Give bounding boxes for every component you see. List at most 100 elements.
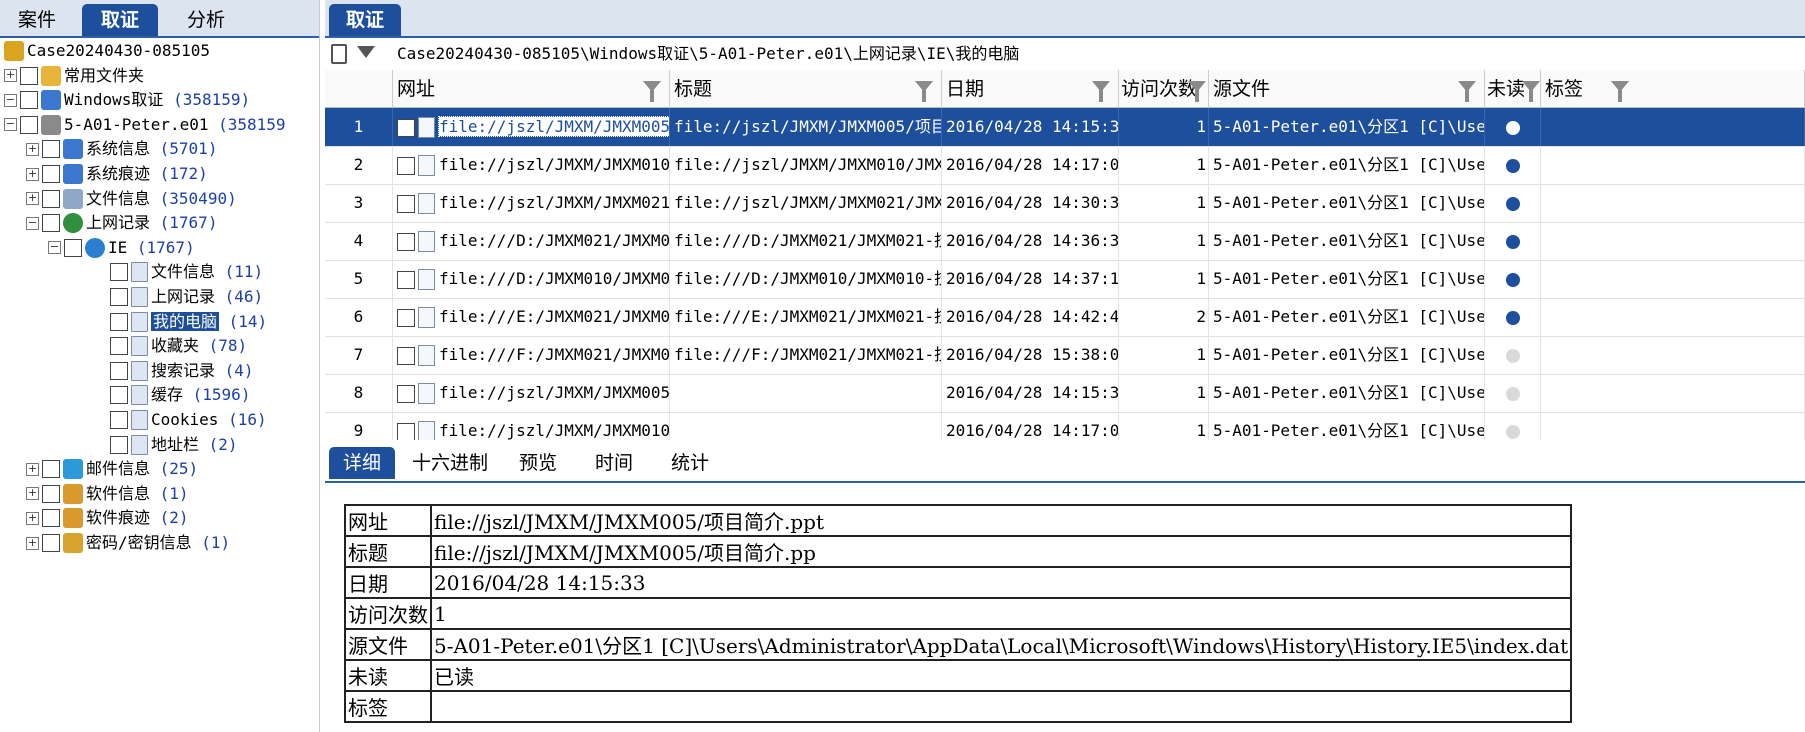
expand-icon[interactable]: + bbox=[4, 69, 17, 83]
filter-icon[interactable] bbox=[1458, 81, 1476, 102]
collapse-icon[interactable]: − bbox=[4, 118, 17, 132]
row-checkbox[interactable] bbox=[397, 118, 415, 137]
tree-checkbox[interactable] bbox=[110, 312, 128, 331]
column-header-date[interactable]: 日期 bbox=[942, 70, 1119, 108]
tab-analysis[interactable]: 分析 bbox=[168, 4, 244, 36]
expand-icon[interactable]: + bbox=[26, 511, 39, 525]
tree-node-count: (172) bbox=[150, 164, 208, 183]
tab-stats[interactable]: 统计 bbox=[657, 447, 723, 479]
tree-checkbox[interactable] bbox=[42, 509, 60, 528]
tree-checkbox[interactable] bbox=[20, 91, 38, 110]
tree-node[interactable]: Case20240430-085105 bbox=[4, 38, 210, 64]
table-row[interactable]: 6 file:///E:/JMXM021/JMXM021.file:///E:/J… bbox=[325, 298, 1805, 337]
tree-node[interactable]: + 系统信息 (5701) bbox=[26, 136, 217, 162]
tree-checkbox[interactable] bbox=[110, 288, 128, 306]
tree-checkbox[interactable] bbox=[42, 214, 60, 233]
tree-node[interactable]: 地址栏 (2) bbox=[110, 432, 238, 458]
tree-checkbox[interactable] bbox=[110, 386, 128, 405]
collapse-icon[interactable]: − bbox=[26, 216, 39, 230]
collapse-icon[interactable]: − bbox=[48, 241, 61, 255]
tree-checkbox[interactable] bbox=[42, 140, 60, 159]
expand-icon[interactable]: + bbox=[26, 142, 39, 156]
right-pane: 取证 Case20240430-085105\Windows取证\5-A01-P… bbox=[325, 0, 1805, 732]
tree-checkbox[interactable] bbox=[42, 189, 60, 208]
column-header-source[interactable]: 源文件 bbox=[1209, 70, 1485, 108]
tree-node[interactable]: 搜索记录 (4) bbox=[110, 358, 254, 384]
tree-checkbox[interactable] bbox=[42, 534, 60, 552]
tree-checkbox[interactable] bbox=[42, 165, 60, 183]
tree-node[interactable]: + 软件痕迹 (2) bbox=[26, 505, 189, 531]
date-cell: 2016/04/28 14:15:33 bbox=[942, 108, 1119, 146]
table-row[interactable]: 7 file:///F:/JMXM021/JMXM021.file:///F:/J… bbox=[325, 336, 1805, 375]
tree-node[interactable]: + 系统痕迹 (172) bbox=[26, 161, 208, 187]
tree-node[interactable]: + 软件信息 (1) bbox=[26, 481, 189, 507]
tree-checkbox[interactable] bbox=[110, 435, 128, 454]
tree-node[interactable]: 我的电脑 (14) bbox=[110, 309, 267, 335]
tree-checkbox[interactable] bbox=[42, 460, 60, 479]
tree-checkbox[interactable] bbox=[20, 115, 38, 134]
row-checkbox[interactable] bbox=[397, 156, 415, 175]
tree-node[interactable]: 缓存 (1596) bbox=[110, 382, 250, 408]
column-header-unread[interactable]: 未读 bbox=[1485, 70, 1541, 108]
filter-icon[interactable] bbox=[915, 81, 933, 102]
document-icon bbox=[418, 345, 435, 366]
column-header-url[interactable]: 网址 bbox=[393, 70, 670, 108]
export-icon[interactable] bbox=[331, 44, 347, 64]
table-row[interactable]: 3 file://jszl/JMXM/JMXM021/J.file://jszl/… bbox=[325, 184, 1805, 223]
expand-icon[interactable]: + bbox=[26, 462, 39, 476]
tree-node[interactable]: + 邮件信息 (25) bbox=[26, 456, 198, 482]
tree-node[interactable]: + 文件信息 (350490) bbox=[26, 186, 237, 212]
tree-checkbox[interactable] bbox=[110, 337, 128, 356]
tree-checkbox[interactable] bbox=[20, 66, 38, 85]
row-checkbox[interactable] bbox=[397, 384, 415, 403]
tree-node[interactable]: 收藏夹 (78) bbox=[110, 333, 247, 359]
table-row[interactable]: 4 file:///D:/JMXM021/JMXM021.file:///D:/J… bbox=[325, 222, 1805, 261]
filter-icon[interactable] bbox=[1611, 81, 1629, 102]
table-row[interactable]: 5 file:///D:/JMXM010/JMXM010.file:///D:/J… bbox=[325, 260, 1805, 299]
expand-icon[interactable]: + bbox=[26, 536, 39, 550]
row-checkbox[interactable] bbox=[397, 346, 415, 365]
tree-node[interactable]: 上网记录 (46) bbox=[110, 284, 263, 310]
tree-checkbox[interactable] bbox=[110, 361, 128, 380]
row-checkbox[interactable] bbox=[397, 270, 415, 289]
table-row[interactable]: 9 file://jszl/JMXM/JMXM010/J. 2016/04/28 1… bbox=[325, 412, 1805, 440]
tree-node[interactable]: − 上网记录 (1767) bbox=[26, 210, 217, 236]
expand-icon[interactable]: + bbox=[26, 167, 39, 181]
table-row[interactable]: 8 file://jszl/JMXM/JMXM005/... 2016/04/28 … bbox=[325, 374, 1805, 413]
filter-icon[interactable] bbox=[643, 81, 661, 102]
column-header-title[interactable]: 标题 bbox=[670, 70, 942, 108]
tree-node[interactable]: − 5-A01-Peter.e01 (358159 bbox=[4, 112, 286, 138]
row-checkbox[interactable] bbox=[397, 422, 415, 440]
tree-node[interactable]: − Windows取证 (358159) bbox=[4, 87, 250, 113]
tab-preview[interactable]: 预览 bbox=[505, 447, 571, 479]
expand-icon[interactable]: + bbox=[26, 192, 39, 206]
tab-forensics-main[interactable]: 取证 bbox=[329, 4, 401, 36]
tab-time[interactable]: 时间 bbox=[581, 447, 647, 479]
tab-cases[interactable]: 案件 bbox=[6, 4, 68, 36]
row-checkbox[interactable] bbox=[397, 232, 415, 251]
tree-node[interactable]: + 密码/密钥信息 (1) bbox=[26, 530, 230, 556]
tree-node[interactable]: − IE (1767) bbox=[48, 235, 195, 261]
tab-forensics[interactable]: 取证 bbox=[82, 4, 158, 36]
filter-icon[interactable] bbox=[1522, 81, 1540, 102]
column-header-visits[interactable]: 访问次数 bbox=[1119, 70, 1209, 108]
tree-node[interactable]: Cookies (16) bbox=[110, 407, 267, 433]
table-row[interactable]: 1 file://jszl/JMXM/JMXM005/...file://jszl… bbox=[325, 108, 1805, 147]
table-row[interactable]: 2 file://jszl/JMXM/JMXM010/J.file://jszl/… bbox=[325, 146, 1805, 185]
tree-checkbox[interactable] bbox=[110, 411, 128, 429]
tab-detail[interactable]: 详细 bbox=[329, 447, 395, 479]
tree-checkbox[interactable] bbox=[64, 238, 82, 257]
tree-checkbox[interactable] bbox=[42, 484, 60, 503]
collapse-icon[interactable]: − bbox=[4, 93, 17, 107]
filter-icon[interactable] bbox=[357, 46, 375, 58]
tree-node[interactable]: + 常用文件夹 bbox=[4, 63, 144, 89]
expand-icon[interactable]: + bbox=[26, 487, 39, 501]
row-checkbox[interactable] bbox=[397, 308, 415, 327]
column-header-tag[interactable]: 标签 bbox=[1541, 70, 1805, 108]
row-checkbox[interactable] bbox=[397, 194, 415, 213]
tree-node[interactable]: 文件信息 (11) bbox=[110, 259, 263, 285]
filter-icon[interactable] bbox=[1092, 81, 1110, 102]
tab-hex[interactable]: 十六进制 bbox=[405, 447, 495, 479]
tree-checkbox[interactable] bbox=[110, 263, 128, 282]
filter-icon[interactable] bbox=[1188, 81, 1206, 102]
